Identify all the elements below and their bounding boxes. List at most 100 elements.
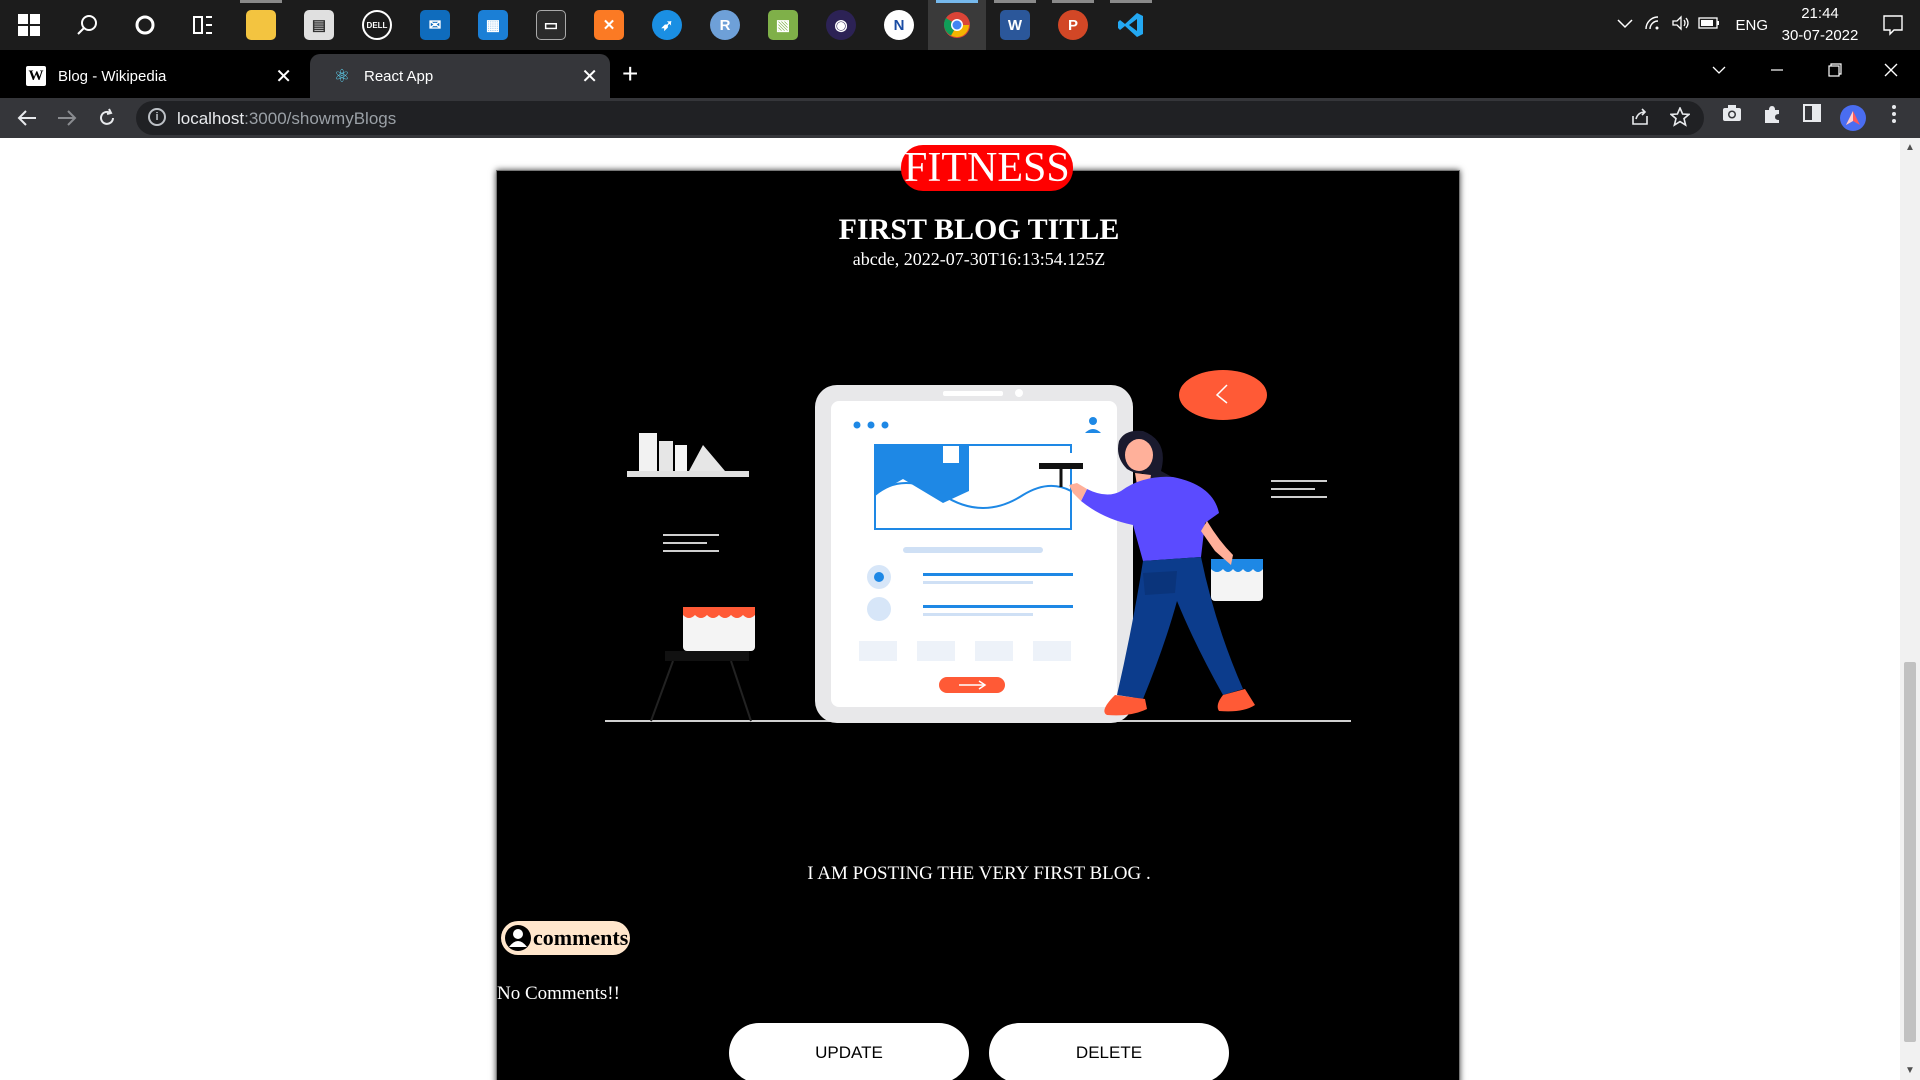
notes-app-button[interactable]: N bbox=[870, 0, 928, 50]
user-icon bbox=[505, 925, 531, 951]
task-view-icon bbox=[193, 16, 212, 34]
clock[interactable]: 21:44 30-07-2022 bbox=[1774, 3, 1866, 47]
document-app-button[interactable]: ▤ bbox=[290, 0, 348, 50]
camera-icon[interactable] bbox=[1718, 104, 1746, 127]
browser-toolbar: i localhost:3000/showmyBlogs bbox=[0, 98, 1920, 138]
notification-center-button[interactable] bbox=[1866, 0, 1920, 50]
clock-date: 30-07-2022 bbox=[1781, 27, 1859, 44]
scrollbar-thumb[interactable] bbox=[1904, 662, 1916, 1042]
wikipedia-icon: W bbox=[26, 66, 46, 86]
minimize-icon[interactable] bbox=[1748, 50, 1806, 90]
close-tab-icon[interactable]: ✕ bbox=[275, 64, 292, 89]
blog-illustration bbox=[605, 370, 1351, 723]
cortana-icon bbox=[135, 15, 155, 35]
share-icon[interactable] bbox=[1630, 107, 1650, 132]
tab-blog-wikipedia[interactable]: W Blog - Wikipedia ✕ bbox=[4, 54, 304, 98]
menu-kebab-icon[interactable] bbox=[1880, 104, 1908, 129]
tab-title: React App bbox=[364, 67, 434, 85]
page-viewport: FITNESS FIRST BLOG TITLE abcde, 2022-07-… bbox=[0, 138, 1900, 1080]
forward-button[interactable] bbox=[52, 103, 82, 133]
dell-button[interactable]: DELL bbox=[348, 0, 406, 50]
bookmark-star-icon[interactable] bbox=[1668, 105, 1692, 132]
address-bar[interactable]: i localhost:3000/showmyBlogs bbox=[136, 101, 1704, 135]
tab-search-chevron-icon[interactable] bbox=[1690, 50, 1748, 90]
site-info-icon[interactable]: i bbox=[148, 108, 166, 126]
store-icon: ▦ bbox=[478, 10, 508, 40]
powerpoint-button[interactable]: P bbox=[1044, 0, 1102, 50]
search-button[interactable] bbox=[58, 0, 116, 50]
navigator-button[interactable]: ➶ bbox=[638, 0, 696, 50]
close-tab-icon[interactable]: ✕ bbox=[581, 64, 598, 89]
eclipse-button[interactable]: ◉ bbox=[812, 0, 870, 50]
xampp-button[interactable]: ✕ bbox=[580, 0, 638, 50]
page-scrollbar[interactable]: ▲ ▼ bbox=[1900, 138, 1920, 1080]
tab-react-app[interactable]: ⚛ React App ✕ bbox=[310, 54, 610, 98]
decorative-lines-left bbox=[663, 534, 719, 552]
scroll-up-arrow-icon[interactable]: ▲ bbox=[1905, 142, 1915, 153]
mail-button[interactable]: ✉ bbox=[406, 0, 464, 50]
tab-title: Blog - Wikipedia bbox=[58, 67, 167, 85]
vscode-button[interactable] bbox=[1102, 0, 1160, 50]
extensions-puzzle-icon[interactable] bbox=[1758, 104, 1786, 129]
category-badge: FITNESS bbox=[901, 145, 1073, 191]
blog-content: I AM POSTING THE VERY FIRST BLOG . bbox=[807, 863, 1151, 884]
stool-with-box bbox=[650, 607, 755, 722]
arrow-right-icon bbox=[58, 110, 77, 126]
back-button[interactable] bbox=[12, 103, 42, 133]
windows-logo-icon bbox=[18, 14, 40, 36]
delete-button[interactable]: DELETE bbox=[989, 1023, 1229, 1080]
blog-title: FIRST BLOG TITLE bbox=[838, 213, 1120, 246]
word-button[interactable]: W bbox=[986, 0, 1044, 50]
profile-avatar[interactable] bbox=[1840, 105, 1866, 131]
volume-icon[interactable] bbox=[1667, 14, 1695, 36]
cortana-button[interactable] bbox=[116, 0, 174, 50]
dell-icon: DELL bbox=[362, 10, 392, 40]
no-comments-text: No Comments!! bbox=[497, 983, 620, 1004]
scroll-down-arrow-icon[interactable]: ▼ bbox=[1905, 1065, 1915, 1076]
start-button[interactable] bbox=[0, 0, 58, 50]
image-icon: ▧ bbox=[768, 10, 798, 40]
wifi-icon[interactable] bbox=[1639, 15, 1667, 36]
notification-icon bbox=[1883, 15, 1903, 36]
file-explorer-button[interactable] bbox=[232, 0, 290, 50]
url-text[interactable]: localhost:3000/showmyBlogs bbox=[177, 109, 396, 129]
word-icon: W bbox=[1000, 10, 1030, 40]
vscode-icon bbox=[1118, 13, 1143, 37]
document-icon: ▤ bbox=[304, 10, 334, 40]
powerpoint-icon: P bbox=[1058, 10, 1088, 40]
language-indicator[interactable]: ENG bbox=[1735, 17, 1768, 34]
url-host: localhost bbox=[177, 109, 245, 128]
react-icon: ⚛ bbox=[333, 65, 351, 86]
terminal-button[interactable]: ▭ bbox=[522, 0, 580, 50]
clock-time: 21:44 bbox=[1801, 5, 1839, 22]
restore-icon[interactable] bbox=[1806, 50, 1864, 90]
store-button[interactable]: ▦ bbox=[464, 0, 522, 50]
profile-icon bbox=[1846, 111, 1860, 125]
eclipse-icon: ◉ bbox=[826, 10, 856, 40]
r-app-button[interactable]: R bbox=[696, 0, 754, 50]
bookshelf-icon bbox=[627, 433, 749, 477]
chevron-up-icon[interactable] bbox=[1611, 16, 1639, 34]
navigator-icon: ➶ bbox=[652, 10, 682, 40]
reload-button[interactable] bbox=[92, 103, 122, 133]
new-tab-button[interactable]: + bbox=[622, 58, 638, 90]
windows-taskbar: ▤ DELL ✉ ▦ ▭ ✕ ➶ R ▧ ◉ N W P ENG 21:44 3… bbox=[0, 0, 1920, 50]
blog-author-date: abcde, 2022-07-30T16:13:54.125Z bbox=[852, 249, 1106, 269]
chrome-button[interactable] bbox=[928, 0, 986, 50]
comments-toggle-button[interactable]: comments bbox=[501, 921, 631, 955]
side-panel-icon[interactable] bbox=[1798, 104, 1826, 127]
image-app-button[interactable]: ▧ bbox=[754, 0, 812, 50]
right-box bbox=[1211, 559, 1263, 601]
battery-icon[interactable] bbox=[1695, 16, 1723, 34]
update-button[interactable]: UPDATE bbox=[729, 1023, 969, 1080]
search-icon bbox=[77, 15, 97, 35]
xampp-icon: ✕ bbox=[594, 10, 624, 40]
close-window-icon[interactable] bbox=[1862, 50, 1920, 90]
browser-tab-strip: W Blog - Wikipedia ✕ ⚛ React App ✕ + bbox=[0, 50, 1920, 98]
task-view-button[interactable] bbox=[174, 0, 232, 50]
blog-card: FITNESS FIRST BLOG TITLE abcde, 2022-07-… bbox=[496, 145, 1460, 1080]
comments-label: comments bbox=[533, 925, 629, 950]
reload-icon bbox=[100, 108, 114, 125]
r-icon: R bbox=[710, 10, 740, 40]
mail-icon: ✉ bbox=[420, 10, 450, 40]
